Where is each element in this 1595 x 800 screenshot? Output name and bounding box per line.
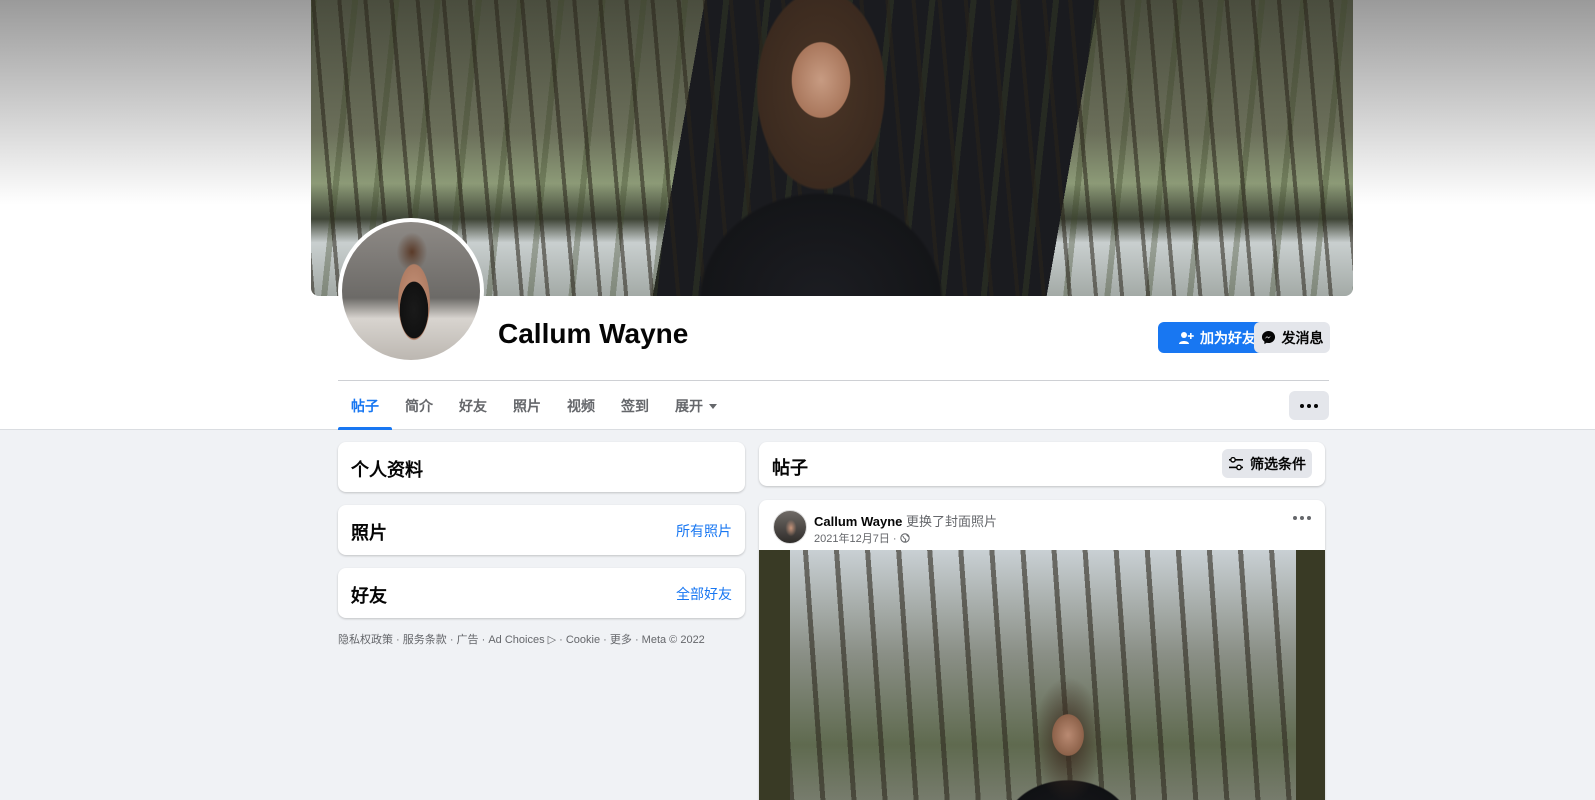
tab-label: 签到: [621, 397, 649, 414]
footer-links[interactable]: 隐私权政策 · 服务条款 · 广告 · Ad Choices ▷ · Cooki…: [338, 631, 705, 647]
tab-check-ins[interactable]: 签到: [608, 381, 662, 430]
post-options-button[interactable]: [1293, 516, 1311, 520]
photos-card: 照片 所有照片: [338, 505, 745, 555]
intro-card: 个人资料: [338, 442, 745, 492]
tab-label: 照片: [513, 397, 541, 414]
tab-more[interactable]: 展开: [662, 381, 730, 430]
person-plus-icon: [1179, 331, 1194, 344]
messenger-icon: [1261, 330, 1275, 345]
post-action-text: 更换了封面照片: [906, 514, 998, 529]
message-label: 发消息: [1281, 329, 1324, 346]
post-header: Callum Wayne 更换了封面照片: [814, 511, 997, 530]
tab-photos[interactable]: 照片: [500, 381, 554, 430]
profile-picture-image: [342, 222, 480, 360]
filter-label: 筛选条件: [1250, 455, 1306, 472]
tab-posts[interactable]: 帖子: [338, 381, 392, 430]
profile-more-button[interactable]: [1289, 391, 1329, 420]
tab-friends[interactable]: 好友: [446, 381, 500, 430]
friends-card: 好友 全部好友: [338, 568, 745, 618]
posts-title: 帖子: [772, 458, 808, 478]
cover-photo-person: [651, 0, 991, 296]
all-friends-link[interactable]: 全部好友: [676, 584, 732, 604]
profile-picture[interactable]: [338, 218, 484, 364]
post-author-name[interactable]: Callum Wayne: [814, 514, 902, 529]
post-card: Callum Wayne 更换了封面照片 2021年12月7日 ·: [759, 500, 1325, 800]
profile-name: Callum Wayne: [498, 318, 689, 349]
more-dots-icon: [1300, 403, 1318, 408]
tab-label: 帖子: [351, 397, 379, 414]
post-photo[interactable]: [759, 550, 1325, 800]
profile-tabs: 帖子 简介 好友 照片 视频 签到 展开: [338, 381, 730, 430]
sliders-icon: [1229, 456, 1243, 470]
tab-label: 简介: [405, 397, 433, 414]
posts-header-card: 帖子 筛选条件: [759, 442, 1325, 486]
photos-title: 照片: [351, 523, 387, 543]
tab-label: 视频: [567, 397, 595, 414]
post-author-avatar[interactable]: [773, 510, 807, 544]
tab-videos[interactable]: 视频: [554, 381, 608, 430]
friends-title: 好友: [351, 586, 387, 606]
post-meta: 2021年12月7日 ·: [814, 530, 910, 546]
globe-icon: [899, 533, 910, 543]
all-photos-link[interactable]: 所有照片: [676, 521, 732, 541]
intro-title: 个人资料: [351, 460, 423, 480]
post-photo-image: [790, 550, 1296, 800]
tab-label: 展开: [675, 397, 703, 414]
filter-button[interactable]: 筛选条件: [1222, 449, 1312, 478]
tab-about[interactable]: 简介: [392, 381, 446, 430]
message-button[interactable]: 发消息: [1254, 322, 1330, 353]
add-friend-label: 加为好友: [1200, 329, 1256, 346]
tab-label: 好友: [459, 397, 487, 414]
post-date[interactable]: 2021年12月7日 ·: [814, 530, 897, 546]
caret-down-icon: [709, 404, 717, 409]
more-dots-icon: [1293, 516, 1311, 520]
